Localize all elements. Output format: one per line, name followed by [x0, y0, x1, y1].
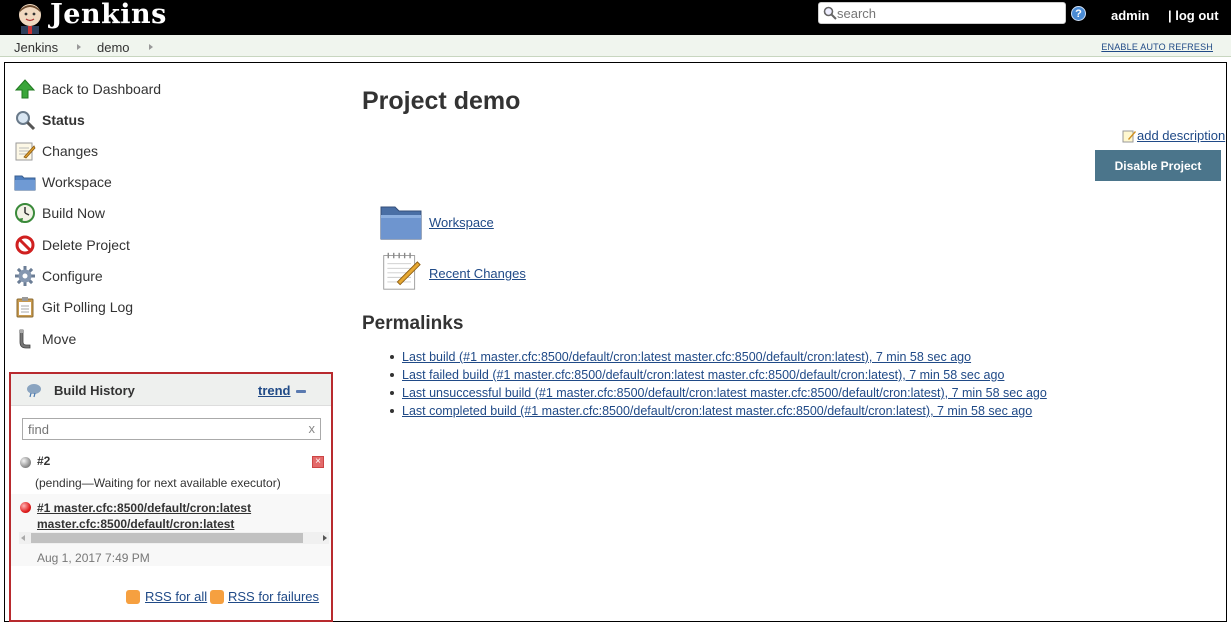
user-link[interactable]: admin	[1111, 8, 1149, 23]
trend-link[interactable]: trend	[258, 383, 291, 398]
build-link-line1: #1 master.cfc:8500/default/cron:latest	[37, 501, 252, 515]
clock-icon	[15, 203, 35, 223]
list-item: Last completed build (#1 master.cfc:8500…	[388, 402, 1047, 420]
search-icon	[823, 6, 837, 20]
build-link[interactable]: #1 master.cfc:8500/default/cron:latest m…	[37, 500, 267, 532]
pending-status-ball-icon	[20, 457, 31, 468]
help-icon[interactable]: ?	[1071, 6, 1086, 21]
scroll-left-icon[interactable]	[21, 535, 25, 541]
edit-note-icon[interactable]	[1122, 129, 1136, 143]
weather-cloud-icon	[27, 384, 41, 398]
task-label: Back to Dashboard	[42, 81, 162, 97]
magnifier-icon	[16, 111, 36, 131]
breadcrumb-item-jenkins[interactable]: Jenkins	[14, 40, 58, 55]
page-header: Jenkins ? admin | log out	[0, 0, 1231, 35]
build-number: #2	[37, 454, 51, 468]
breadcrumb: Jenkins demo ENABLE AUTO REFRESH	[0, 35, 1231, 57]
search-input[interactable]	[837, 4, 1063, 22]
workspace-link[interactable]: Workspace	[429, 215, 494, 230]
list-item: Last unsuccessful build (#1 master.cfc:8…	[388, 384, 1047, 402]
task-label: Build Now	[42, 205, 106, 221]
build-filter-input[interactable]	[28, 421, 298, 437]
breadcrumb-arrow-icon[interactable]	[77, 44, 81, 50]
recent-changes-link[interactable]: Recent Changes	[429, 266, 526, 281]
task-label: Status	[42, 112, 85, 128]
add-description-link[interactable]: add description	[1137, 128, 1225, 143]
search-box[interactable]	[818, 2, 1066, 24]
folder-icon	[14, 175, 36, 191]
scroll-right-icon[interactable]	[323, 535, 327, 541]
page-title: Project demo	[362, 87, 521, 115]
build-link-line2: master.cfc:8500/default/cron:latest	[37, 517, 235, 531]
jenkins-logo-icon[interactable]	[14, 2, 46, 34]
enable-auto-refresh-link[interactable]: ENABLE AUTO REFRESH	[1101, 42, 1213, 52]
task-label: Move	[42, 331, 77, 347]
folder-icon[interactable]	[379, 203, 423, 243]
notepad-icon	[15, 142, 36, 161]
failed-status-ball-icon	[20, 502, 31, 513]
scrollbar-thumb[interactable]	[31, 533, 303, 543]
horizontal-scrollbar[interactable]	[19, 532, 329, 544]
permalink-last-build[interactable]: Last build (#1 master.cfc:8500/default/c…	[402, 350, 971, 364]
rss-icon[interactable]	[126, 590, 140, 604]
collapse-icon[interactable]	[296, 390, 306, 393]
build-history-panel: Build History trend x #2 × (pending—Wait…	[9, 372, 333, 622]
permalink-last-unsuccessful-build[interactable]: Last unsuccessful build (#1 master.cfc:8…	[402, 386, 1047, 400]
build-history-header: Build History trend	[11, 374, 331, 406]
build-date: Aug 1, 2017 7:49 PM	[37, 551, 150, 565]
task-label: Delete Project	[42, 237, 130, 253]
disable-project-button[interactable]: Disable Project	[1095, 150, 1221, 181]
task-label: Changes	[42, 143, 99, 159]
no-entry-icon	[15, 235, 35, 255]
list-item: Last failed build (#1 master.cfc:8500/de…	[388, 366, 1047, 384]
logout-link[interactable]: | log out	[1168, 8, 1219, 23]
permalink-last-failed-build[interactable]: Last failed build (#1 master.cfc:8500/de…	[402, 368, 1004, 382]
build-pending-status: (pending—Waiting for next available exec…	[35, 476, 281, 490]
breadcrumb-arrow-icon[interactable]	[149, 44, 153, 50]
task-label: Git Polling Log	[42, 299, 134, 315]
notepad-icon[interactable]	[379, 251, 423, 291]
pipe-icon	[19, 329, 31, 349]
clear-filter-icon[interactable]: x	[309, 421, 316, 436]
build-history-title: Build History	[54, 383, 135, 398]
task-label: Workspace	[42, 174, 112, 190]
gear-icon	[15, 266, 35, 286]
clipboard-icon	[16, 297, 34, 318]
breadcrumb-item-demo[interactable]: demo	[97, 40, 130, 55]
rss-icon[interactable]	[210, 590, 224, 604]
build-filter-box[interactable]: x	[22, 418, 321, 440]
up-arrow-icon	[14, 79, 36, 99]
list-item: Last build (#1 master.cfc:8500/default/c…	[388, 348, 1047, 366]
task-label: Configure	[42, 268, 103, 284]
rss-failures-link[interactable]: RSS for failures	[228, 589, 319, 604]
permalinks-list: Last build (#1 master.cfc:8500/default/c…	[388, 348, 1047, 420]
permalinks-title: Permalinks	[362, 313, 464, 334]
logo-text[interactable]: Jenkins	[50, 0, 167, 30]
rss-all-link[interactable]: RSS for all	[145, 589, 207, 604]
cancel-build-icon[interactable]: ×	[312, 456, 324, 468]
permalink-last-completed-build[interactable]: Last completed build (#1 master.cfc:8500…	[402, 404, 1032, 418]
